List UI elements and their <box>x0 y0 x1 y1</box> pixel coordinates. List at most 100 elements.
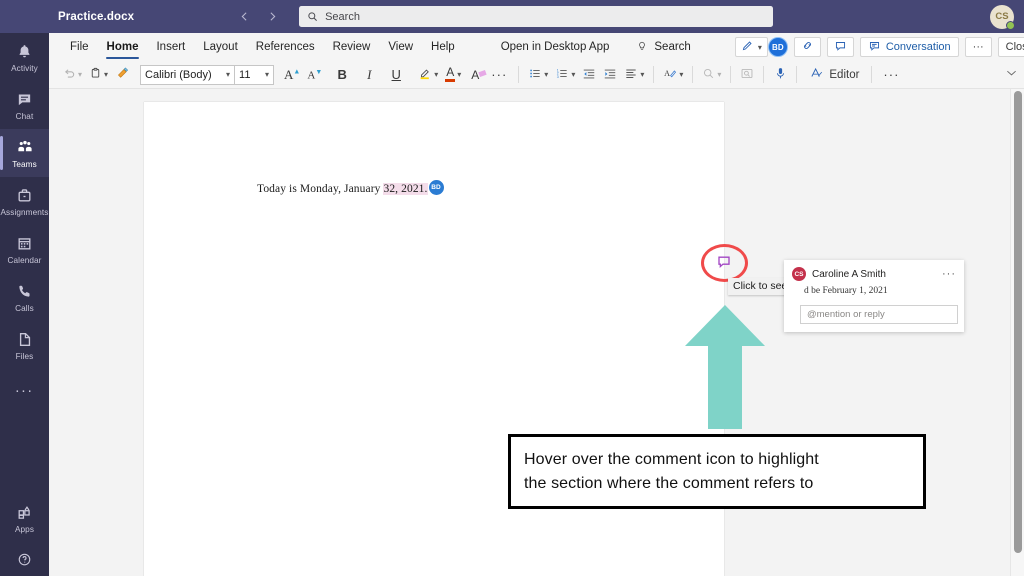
help-circle-icon[interactable] <box>0 542 49 576</box>
document-title: Practice.docx <box>58 10 135 23</box>
editor-label: Editor <box>829 68 860 81</box>
sidebar-item-chat[interactable]: Chat <box>0 81 49 129</box>
tab-file[interactable]: File <box>61 33 98 61</box>
callout-line-2: the section where the comment refers to <box>524 474 814 492</box>
clear-formatting-button[interactable]: A <box>465 64 487 85</box>
app-window: Practice.docx Search CS Activity Chat Te… <box>0 0 1024 576</box>
coauthor-badge-bd[interactable]: BD <box>767 37 788 57</box>
tell-me-search-button[interactable]: Search <box>636 40 691 55</box>
sidebar-item-calls[interactable]: Calls <box>0 273 49 321</box>
sidebar-item-calendar[interactable]: Calendar <box>0 225 49 273</box>
comment-author-avatar: CS <box>792 267 806 281</box>
vertical-scrollbar[interactable] <box>1010 89 1024 576</box>
comment-reply-input[interactable]: @mention or reply <box>800 305 958 324</box>
bullet-list-button[interactable]: ▾ <box>525 64 551 85</box>
font-color-button[interactable]: A ▾ <box>442 64 464 85</box>
global-search-box[interactable]: Search <box>299 6 774 27</box>
tab-layout[interactable]: Layout <box>194 33 247 61</box>
link-chain-icon <box>801 40 814 54</box>
chevron-down-icon: ▾ <box>544 70 549 79</box>
sidebar-more-button[interactable]: ... <box>0 369 49 405</box>
sidebar-item-label: Chat <box>15 111 34 121</box>
close-button[interactable]: Close <box>997 37 1024 57</box>
toolbar-divider <box>796 66 798 83</box>
comment-icon <box>834 40 847 55</box>
vertical-scrollbar-thumb[interactable] <box>1014 91 1022 553</box>
increase-indent-button[interactable] <box>600 64 620 85</box>
editor-button[interactable]: Editor <box>803 64 865 85</box>
pen-dropdown[interactable]: ▾ <box>734 37 768 57</box>
comments-button[interactable] <box>826 37 854 57</box>
document-paragraph[interactable]: Today is Monday, January 32, 2021. BD <box>257 180 444 195</box>
sidebar-item-label: Assignments <box>0 207 49 217</box>
bold-button[interactable]: B <box>332 64 352 85</box>
apps-grid-icon <box>16 503 33 522</box>
sidebar-item-files[interactable]: Files <box>0 321 49 369</box>
font-more-button[interactable]: ··· <box>486 64 512 85</box>
clear-formatting-icon: A <box>471 68 487 82</box>
tab-view[interactable]: View <box>379 33 422 61</box>
paste-button[interactable]: ▾ <box>86 64 111 85</box>
tell-me-label: Search <box>654 41 691 53</box>
dictate-button[interactable] <box>770 64 790 85</box>
numbered-list-icon: 123 <box>555 67 569 83</box>
callout-annotation: Hover over the comment icon to highlight… <box>508 434 926 509</box>
align-button[interactable]: ▾ <box>621 64 647 85</box>
ribbon-tab-row: File Home Insert Layout References Revie… <box>49 33 1024 61</box>
tab-references[interactable]: References <box>247 33 324 61</box>
sidebar-item-teams[interactable]: Teams <box>0 129 49 177</box>
sidebar-item-label: Activity <box>11 63 38 73</box>
tab-review[interactable]: Review <box>324 33 380 61</box>
sidebar-item-activity[interactable]: Activity <box>0 33 49 81</box>
styles-button[interactable]: A ▾ <box>660 64 686 85</box>
chevron-down-icon: ▾ <box>265 70 270 79</box>
find-replace-icon <box>740 67 754 83</box>
shrink-font-button[interactable]: A▼ <box>304 64 325 85</box>
chevron-down-icon: ▾ <box>640 70 645 79</box>
sidebar-item-apps[interactable]: Apps <box>0 494 49 542</box>
avatar[interactable]: CS <box>990 4 1015 30</box>
shrink-font-icon: A▼ <box>307 67 323 82</box>
find-icon <box>702 67 715 83</box>
italic-button[interactable]: I <box>359 64 379 85</box>
decrease-indent-icon <box>582 67 596 83</box>
find-replace-button[interactable] <box>737 64 757 85</box>
tab-help[interactable]: Help <box>422 33 464 61</box>
title-bar: Practice.docx Search CS <box>0 0 1024 33</box>
tab-home[interactable]: Home <box>98 33 148 61</box>
underline-button[interactable]: U <box>386 64 406 85</box>
callout-line-1: Hover over the comment icon to highlight <box>524 451 819 469</box>
grow-font-button[interactable]: A▲ <box>281 64 303 85</box>
catch-up-button[interactable] <box>793 37 821 57</box>
format-painter-button[interactable] <box>112 64 133 85</box>
teams-people-icon <box>16 138 34 157</box>
numbered-list-button[interactable]: 123 ▾ <box>552 64 578 85</box>
comment-anchor-button[interactable] <box>709 248 739 274</box>
open-in-desktop-app-button[interactable]: Open in Desktop App <box>492 41 619 53</box>
comment-card[interactable]: CS Caroline A Smith ··· d be February 1,… <box>784 260 964 332</box>
decrease-indent-button[interactable] <box>579 64 599 85</box>
toolbar-more-button[interactable]: ··· <box>878 64 904 85</box>
chevron-down-icon[interactable] <box>1006 69 1017 79</box>
sidebar-item-label: Calls <box>15 303 34 313</box>
find-button[interactable]: ▾ <box>699 64 724 85</box>
conversation-button[interactable]: Conversation <box>859 37 959 57</box>
highlight-icon <box>418 66 432 83</box>
font-size-select[interactable]: 11 ▾ <box>234 65 273 84</box>
svg-text:A: A <box>665 69 671 78</box>
sidebar-item-assignments[interactable]: Assignments <box>0 177 49 225</box>
tab-insert[interactable]: Insert <box>147 33 194 61</box>
nav-buttons <box>237 10 279 24</box>
ribbon-more-button[interactable]: ··· <box>964 37 992 57</box>
briefcase-icon <box>16 186 33 205</box>
formatting-toolbar: ▾ ▾ Calibri (Body) ▾ 11 ▾ A▲ A▼ B I U ▾ … <box>49 61 1024 88</box>
font-name-select[interactable]: Calibri (Body) ▾ <box>141 66 234 84</box>
ribbon-tab-row-right: BD Conversation ··· Clo <box>767 37 1024 57</box>
chat-icon <box>16 90 33 109</box>
comment-more-button[interactable]: ··· <box>942 268 956 280</box>
back-button[interactable] <box>237 10 251 24</box>
sidebar-item-label: Teams <box>12 159 37 169</box>
forward-button[interactable] <box>265 10 279 24</box>
undo-button[interactable]: ▾ <box>59 64 85 85</box>
highlight-button[interactable]: ▾ <box>415 64 441 85</box>
